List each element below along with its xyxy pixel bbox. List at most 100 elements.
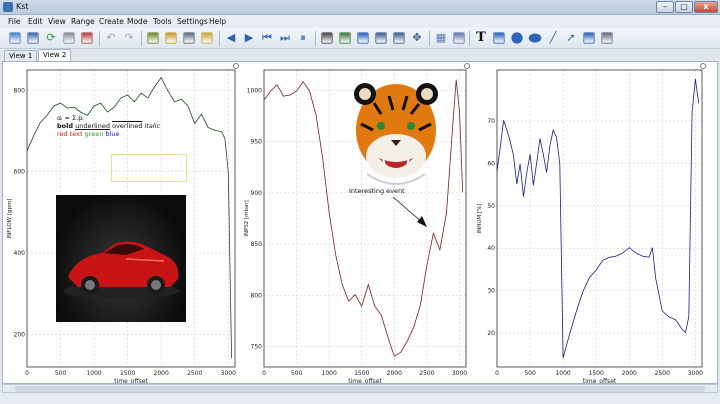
export-icon[interactable] xyxy=(81,32,93,44)
event-arrow-head xyxy=(417,216,427,227)
data-manager-icon[interactable] xyxy=(147,32,159,44)
text-tool-icon[interactable]: T xyxy=(474,31,488,45)
y-tick-label: 400 xyxy=(14,250,26,257)
zoom-y-icon[interactable] xyxy=(393,32,405,44)
back-icon[interactable]: ◀ xyxy=(224,31,238,45)
toolbar-separator xyxy=(315,31,316,46)
y-tick-label: 20 xyxy=(487,330,495,337)
event-arrow-line xyxy=(392,196,424,224)
italic-text: italic xyxy=(144,122,161,130)
svg-tool-icon[interactable] xyxy=(601,32,613,44)
kst-app-icon xyxy=(3,2,13,12)
line-tool-icon[interactable]: ╱ xyxy=(546,31,560,45)
skip-forward-icon[interactable]: ⏭ xyxy=(278,31,292,45)
menu-view[interactable]: View xyxy=(48,17,66,26)
horizontal-scrollbar[interactable] xyxy=(2,384,718,393)
rich-text-label[interactable]: αᵢ = Σ.pᵢ bold underlined overlined ital… xyxy=(57,114,197,152)
menu-range[interactable]: Range xyxy=(71,17,95,26)
toolbar-separator xyxy=(99,31,100,46)
y-axis-label: INHUM [%] xyxy=(477,204,483,234)
formula-text: αᵢ = Σ.pᵢ xyxy=(57,114,84,122)
open-icon[interactable] xyxy=(9,32,21,44)
save-icon[interactable] xyxy=(27,32,39,44)
change-data-icon[interactable] xyxy=(201,32,213,44)
x-tick-label: 2000 xyxy=(154,370,169,377)
menu-bar: File Edit View Range Create Mode Tools S… xyxy=(0,15,720,28)
tiger-graphic xyxy=(354,83,438,185)
select-icon[interactable] xyxy=(321,32,333,44)
grid-icon[interactable]: ▦ xyxy=(434,31,448,45)
plot-icon[interactable] xyxy=(453,32,465,44)
arrow-tool-icon[interactable]: ➚ xyxy=(564,31,578,45)
red-text: red text xyxy=(57,130,83,138)
data-wizard-icon[interactable] xyxy=(165,32,177,44)
x-tick-label: 2500 xyxy=(419,370,434,377)
car-graphic xyxy=(63,241,179,299)
y-tick-label: 1000 xyxy=(247,87,262,94)
x-tick-label: 1500 xyxy=(120,370,135,377)
tab-bar: View 1 View 2 xyxy=(0,49,720,61)
x-tick-label: 2000 xyxy=(622,370,637,377)
tab-view-2[interactable]: View 2 xyxy=(38,49,72,61)
menu-help[interactable]: Help xyxy=(209,17,226,26)
tiger-picture[interactable] xyxy=(349,78,443,196)
minimize-button[interactable]: – xyxy=(656,1,674,13)
circle-tool-icon[interactable] xyxy=(511,32,523,44)
plot-dialog-icon[interactable] xyxy=(183,32,195,44)
y-tick-label: 30 xyxy=(487,288,495,295)
scrollbar-thumb[interactable] xyxy=(15,386,705,392)
y-axis-label: INFLOW [gpm] xyxy=(7,199,13,239)
x-tick-label: 500 xyxy=(55,370,67,377)
menu-edit[interactable]: Edit xyxy=(28,17,43,26)
y-tick-label: 800 xyxy=(14,87,26,94)
plot-view[interactable]: 0 500 1000 1500 2000 2500 3000 200 400 600 800 time… xyxy=(2,61,718,384)
x-tick-label: 1000 xyxy=(555,370,570,377)
x-axis-label: time_offset xyxy=(114,378,148,383)
x-tick-label: 500 xyxy=(524,370,536,377)
menu-file[interactable]: File xyxy=(8,17,21,26)
annotation-box[interactable] xyxy=(111,154,187,182)
skip-back-icon[interactable]: ⏮ xyxy=(260,31,274,45)
zoom-icon[interactable] xyxy=(339,32,351,44)
menu-mode[interactable]: Mode xyxy=(127,17,147,26)
undo-icon[interactable]: ↶ xyxy=(104,31,118,45)
zoom-x-icon[interactable] xyxy=(375,32,387,44)
reload-icon[interactable]: ⟳ xyxy=(44,31,58,45)
y-tick-label: 900 xyxy=(251,190,263,197)
x-axis-label: time_offset xyxy=(348,378,382,383)
formatted-text-line: bold underlined overlined italic xyxy=(57,122,160,130)
x-axis-label: time_offset xyxy=(583,378,617,383)
forward-icon[interactable]: ▶ xyxy=(242,31,256,45)
y-tick-label: 60 xyxy=(487,160,495,167)
y-axis-label: INPS2 [mbar] xyxy=(244,200,250,237)
bold-text: bold xyxy=(57,122,73,130)
picture-tool-icon[interactable] xyxy=(583,32,595,44)
toolbar-separator xyxy=(219,31,220,46)
toolbar-separator xyxy=(141,31,142,46)
pause-icon[interactable]: ⏸ xyxy=(296,31,310,45)
x-tick-label: 0 xyxy=(25,370,29,377)
x-tick-label: 0 xyxy=(495,370,499,377)
move-icon[interactable]: ✥ xyxy=(410,31,424,45)
green-text: green xyxy=(84,130,104,138)
menu-create[interactable]: Create xyxy=(99,17,124,26)
x-tick-label: 2000 xyxy=(387,370,402,377)
x-tick-label: 0 xyxy=(262,370,266,377)
print-icon[interactable] xyxy=(63,32,75,44)
toolbar-separator xyxy=(469,31,470,46)
ellipse-tool-icon[interactable] xyxy=(528,33,542,43)
layout-mode-icon[interactable] xyxy=(357,32,369,44)
redo-icon[interactable]: ↷ xyxy=(122,31,136,45)
tab-view-1[interactable]: View 1 xyxy=(4,50,38,61)
menu-tools[interactable]: Tools xyxy=(153,17,171,26)
x-tick-label: 2500 xyxy=(655,370,670,377)
car-picture[interactable] xyxy=(56,195,186,322)
y-tick-label: 200 xyxy=(14,331,26,338)
status-bar xyxy=(0,394,720,404)
close-button[interactable]: x xyxy=(694,1,718,13)
maximize-button[interactable]: □ xyxy=(675,1,693,13)
menu-settings[interactable]: Settings xyxy=(177,17,208,26)
y-tick-label: 40 xyxy=(487,245,495,252)
box-tool-icon[interactable] xyxy=(493,32,505,44)
event-label[interactable]: Interesting event xyxy=(349,187,405,195)
